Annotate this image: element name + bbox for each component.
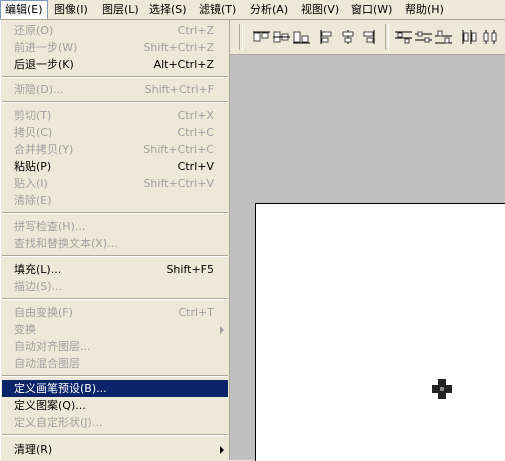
submenu-arrow-icon xyxy=(220,326,224,334)
crosshair-brush-cursor-icon xyxy=(432,379,452,399)
menu-separator xyxy=(2,76,228,78)
menu-image[interactable]: 图像(I) xyxy=(50,0,92,19)
menu-view[interactable]: 视图(V) xyxy=(297,0,343,19)
menu-separator xyxy=(2,212,228,214)
align-vertical-center-icon[interactable] xyxy=(273,30,291,44)
menu-edit[interactable]: 编辑(E) xyxy=(0,0,48,19)
menu-item-fill[interactable]: 填充(L)... Shift+F5 xyxy=(2,261,228,278)
toolbar-separator xyxy=(239,24,243,50)
menu-item-find-replace[interactable]: 查找和替换文本(X)... xyxy=(2,235,228,252)
menu-item-transform[interactable]: 变换 xyxy=(2,321,228,338)
menu-bar: 编辑(E) 图像(I) 图层(L) 选择(S) 滤镜(T) 分析(A) 视图(V… xyxy=(0,0,505,20)
distribute-left-icon[interactable] xyxy=(461,30,479,44)
menu-item-copy[interactable]: 拷贝(C) Ctrl+C xyxy=(2,124,228,141)
align-horizontal-center-icon[interactable] xyxy=(339,30,357,44)
toolbar-separator xyxy=(385,24,389,50)
align-right-icon[interactable] xyxy=(359,30,377,44)
distribute-horizontal-center-icon[interactable] xyxy=(481,30,499,44)
menu-item-auto-blend-layers[interactable]: 自动混合图层 xyxy=(2,355,228,372)
menu-item-define-pattern[interactable]: 定义图案(Q)... xyxy=(2,397,228,414)
menu-item-stroke[interactable]: 描边(S)... xyxy=(2,278,228,295)
menu-item-define-brush-preset[interactable]: 定义画笔预设(B)... xyxy=(2,380,228,397)
menu-item-undo[interactable]: 还原(O) Ctrl+Z xyxy=(2,22,228,39)
menu-item-cut[interactable]: 剪切(T) Ctrl+X xyxy=(2,107,228,124)
align-bottom-icon[interactable] xyxy=(293,30,311,44)
edit-menu-dropdown: 还原(O) Ctrl+Z 前进一步(W) Shift+Ctrl+Z 后退一步(K) A… xyxy=(0,20,230,460)
menu-analysis[interactable]: 分析(A) xyxy=(246,0,292,19)
menu-item-copy-merged[interactable]: 合并拷贝(Y) Shift+Ctrl+C xyxy=(2,141,228,158)
menu-item-paste-into[interactable]: 贴入(I) Shift+Ctrl+V xyxy=(2,175,228,192)
menu-select[interactable]: 选择(S) xyxy=(145,0,191,19)
menu-window[interactable]: 窗口(W) xyxy=(347,0,396,19)
menu-filter[interactable]: 滤镜(T) xyxy=(195,0,240,19)
document-canvas[interactable] xyxy=(255,203,505,461)
menu-separator xyxy=(2,298,228,300)
menu-item-define-custom-shape[interactable]: 定义自定形状(J)... xyxy=(2,414,228,431)
menu-item-clear[interactable]: 清除(E) xyxy=(2,192,228,209)
menu-item-free-transform[interactable]: 自由变换(F) Ctrl+T xyxy=(2,304,228,321)
menu-layer[interactable]: 图层(L) xyxy=(98,0,143,19)
distribute-bottom-icon[interactable] xyxy=(435,30,453,44)
options-toolbar xyxy=(229,20,505,55)
submenu-arrow-icon xyxy=(220,446,224,454)
menu-separator xyxy=(2,434,228,436)
menu-item-fade[interactable]: 渐隐(D)... Shift+Ctrl+F xyxy=(2,81,228,98)
menu-item-step-forward[interactable]: 前进一步(W) Shift+Ctrl+Z xyxy=(2,39,228,56)
menu-separator xyxy=(2,101,228,103)
distribute-vertical-center-icon[interactable] xyxy=(415,30,433,44)
align-top-icon[interactable] xyxy=(253,30,271,44)
menu-item-auto-align-layers[interactable]: 自动对齐图层... xyxy=(2,338,228,355)
menu-item-paste[interactable]: 粘贴(P) Ctrl+V xyxy=(2,158,228,175)
menu-item-step-backward[interactable]: 后退一步(K) Alt+Ctrl+Z xyxy=(2,56,228,73)
menu-help[interactable]: 帮助(H) xyxy=(401,0,448,19)
menu-item-check-spelling[interactable]: 拼写检查(H)... xyxy=(2,218,228,235)
distribute-top-icon[interactable] xyxy=(395,30,413,44)
menu-item-purge[interactable]: 清理(R) xyxy=(2,441,228,458)
menu-separator xyxy=(2,255,228,257)
align-left-icon[interactable] xyxy=(319,30,337,44)
menu-separator xyxy=(2,375,228,377)
